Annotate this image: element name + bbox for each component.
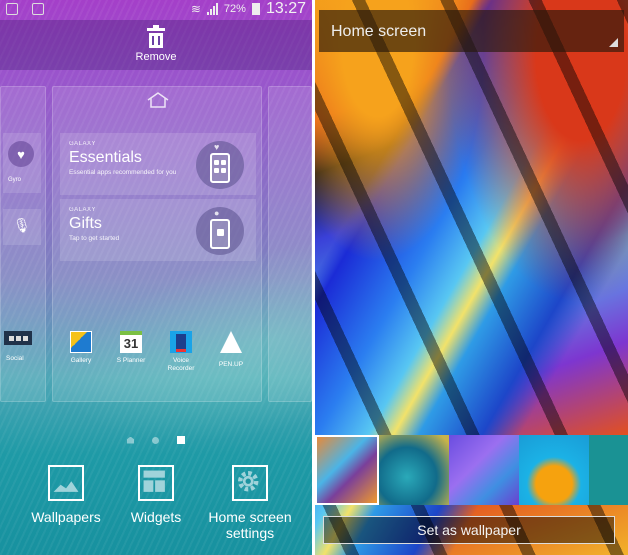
widgets-icon bbox=[138, 465, 174, 501]
wallpapers-button[interactable]: Wallpapers bbox=[24, 455, 108, 525]
app-label: Gallery bbox=[70, 357, 92, 364]
sim-alert-icon bbox=[6, 3, 18, 15]
page-indicator-dot-active[interactable] bbox=[177, 436, 185, 444]
wallpaper-thumbnail[interactable] bbox=[589, 435, 628, 505]
status-bar: ≋ 72% 13:27 bbox=[0, 0, 312, 18]
wallpaper-thumbnail[interactable] bbox=[519, 435, 589, 505]
microphone-icon: 🎙 bbox=[13, 217, 31, 233]
wallpaper-thumbnail[interactable] bbox=[449, 435, 519, 505]
battery-icon bbox=[251, 3, 260, 15]
widget-subtitle: Essential apps recommended for you bbox=[69, 169, 177, 176]
home-page-right[interactable] bbox=[268, 86, 312, 402]
app-label: Voice Recorder bbox=[167, 357, 195, 372]
wallpaper-thumbnail-strip[interactable] bbox=[315, 435, 628, 505]
wallpaper-picker-screen: Home screen Set as wallpaper bbox=[315, 0, 628, 555]
option-label: Widgets bbox=[130, 509, 182, 525]
widget-title: Essentials bbox=[69, 149, 142, 166]
gifts-phone-icon: ● bbox=[196, 207, 244, 255]
remove-label: Remove bbox=[135, 50, 177, 63]
galaxy-essentials-widget[interactable]: GALAXY Essentials Essential apps recomme… bbox=[60, 133, 256, 195]
heart-icon: ♥ bbox=[8, 141, 34, 167]
widget-subtitle: Tap to get started bbox=[69, 235, 120, 242]
wallpaper-thumbnail[interactable] bbox=[379, 435, 449, 505]
app-pen-up[interactable]: PEN.UP bbox=[211, 331, 251, 369]
edit-options-bar: Wallpapers Widgets Home screen settings bbox=[0, 455, 312, 555]
clock: 13:27 bbox=[265, 0, 306, 17]
voice-widget[interactable]: 🎙 bbox=[3, 209, 41, 245]
widget-title: Gifts bbox=[69, 215, 102, 232]
home-page-left[interactable]: ♥ Gyro 🎙 Social bbox=[0, 86, 46, 402]
wallpaper-target-dropdown[interactable]: Home screen bbox=[319, 10, 624, 52]
voice-recorder-icon bbox=[170, 331, 192, 353]
remove-drop-target[interactable]: Remove bbox=[0, 20, 312, 70]
gallery-notification-icon bbox=[32, 3, 44, 15]
trash-icon bbox=[147, 24, 165, 48]
option-label: Home screen settings bbox=[208, 509, 292, 541]
wallpaper-icon bbox=[48, 465, 84, 501]
page-indicator-dot[interactable] bbox=[152, 436, 159, 444]
home-edit-screen: ≋ 72% 13:27 Remove ♥ Gyro 🎙 Social GALAX… bbox=[0, 0, 312, 555]
option-label: Wallpapers bbox=[31, 509, 101, 525]
pen-up-icon bbox=[220, 331, 242, 353]
app-label-social: Social bbox=[6, 355, 24, 362]
app-gallery[interactable]: Gallery bbox=[61, 331, 101, 365]
app-label: S Planner bbox=[116, 357, 146, 364]
widgets-button[interactable]: Widgets bbox=[118, 455, 194, 525]
galaxy-gifts-widget[interactable]: GALAXY Gifts Tap to get started ● bbox=[60, 199, 256, 261]
calendar-icon: 31 bbox=[120, 331, 142, 353]
social-folder-icon[interactable] bbox=[4, 331, 32, 345]
home-page-main[interactable]: GALAXY Essentials Essential apps recomme… bbox=[52, 86, 262, 402]
app-label: PEN.UP bbox=[218, 361, 244, 368]
signal-icon bbox=[206, 3, 218, 15]
gear-icon bbox=[232, 465, 268, 501]
essentials-phone-icon: ♥ bbox=[196, 141, 244, 189]
widget-brand: GALAXY bbox=[69, 141, 97, 147]
gallery-icon bbox=[70, 331, 92, 353]
health-widget[interactable]: ♥ Gyro bbox=[3, 133, 41, 193]
wifi-icon: ≋ bbox=[190, 2, 201, 16]
set-as-wallpaper-button[interactable]: Set as wallpaper bbox=[323, 516, 615, 544]
wallpaper-thumbnail-selected[interactable] bbox=[315, 435, 379, 505]
dropdown-title: Home screen bbox=[331, 23, 427, 40]
home-indicator-icon[interactable] bbox=[127, 436, 134, 444]
app-voice-recorder[interactable]: Voice Recorder bbox=[161, 331, 201, 373]
battery-percent: 72% bbox=[223, 3, 246, 15]
app-s-planner[interactable]: 31 S Planner bbox=[111, 331, 151, 365]
health-widget-label: Gyro bbox=[8, 177, 22, 183]
widget-brand: GALAXY bbox=[69, 207, 97, 213]
home-screen-settings-button[interactable]: Home screen settings bbox=[200, 455, 300, 541]
home-page-icon[interactable] bbox=[146, 92, 170, 108]
dropdown-arrow-icon bbox=[609, 38, 618, 47]
page-indicator bbox=[0, 436, 312, 444]
